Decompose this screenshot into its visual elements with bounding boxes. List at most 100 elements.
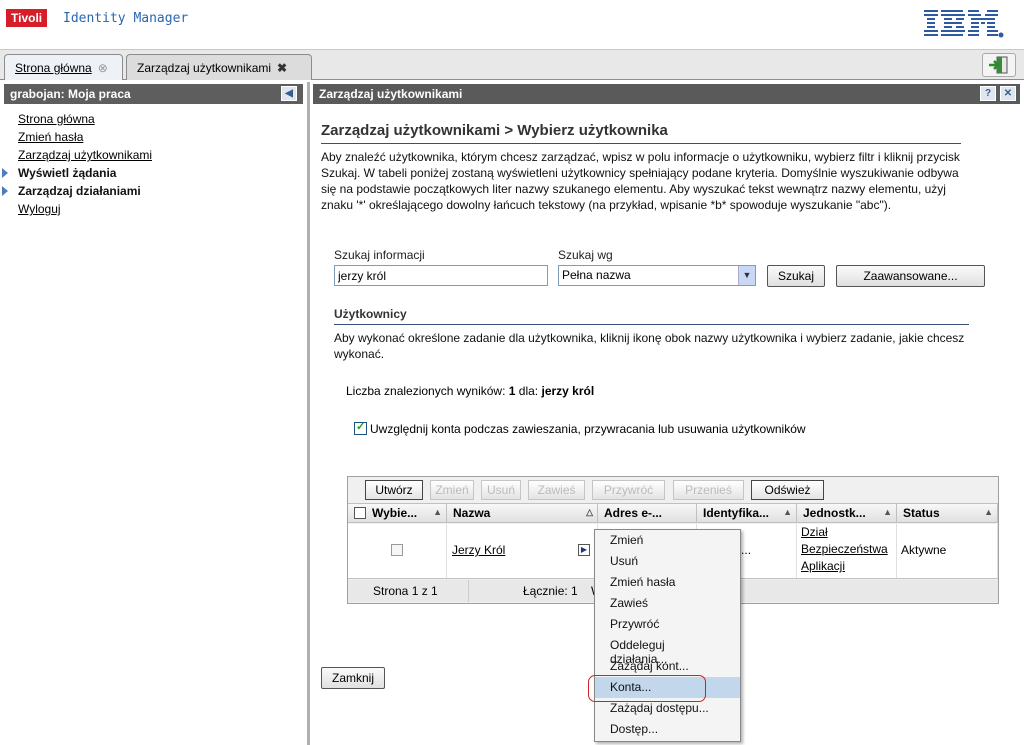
- context-menu: Zmień Usuń Zmień hasła Zawieś Przywróć O…: [594, 529, 741, 742]
- column-unit[interactable]: Jednostk... ▲: [797, 504, 897, 523]
- result-count-value: 1: [508, 384, 516, 398]
- column-email-label: Adres e-...: [604, 506, 663, 520]
- column-name[interactable]: Nazwa △: [447, 504, 598, 523]
- ibm-logo: [924, 10, 1004, 38]
- content: Zarządzaj użytkownikami > Wybierz użytko…: [321, 122, 1011, 689]
- menu-item-delegate-activities[interactable]: Oddeleguj działania...: [595, 635, 740, 666]
- search-button[interactable]: Szukaj: [767, 265, 825, 287]
- column-id[interactable]: Identyfika... ▲: [697, 504, 797, 523]
- sort-icon[interactable]: ▲: [433, 507, 442, 517]
- users-description: Aby wykonać określone zadanie dla użytko…: [334, 331, 965, 361]
- tab-manage-users-label[interactable]: Zarządzaj użytkownikami: [137, 61, 271, 75]
- suspend-button: Zawieś: [528, 480, 585, 500]
- nav-change-passwords[interactable]: Zmień hasła: [18, 128, 307, 146]
- search-form: Szukaj informacji Szukaj wg Pełna nazwa …: [334, 248, 994, 290]
- result-query: jerzy król: [541, 384, 595, 398]
- row-name-cell: Jerzy Król ▶: [447, 524, 598, 578]
- search-by-value: Pełna nazwa: [562, 268, 631, 282]
- refresh-button[interactable]: Odśwież: [751, 480, 824, 500]
- advanced-button[interactable]: Zaawansowane...: [836, 265, 985, 287]
- page-title: Zarządzaj użytkownikami > Wybierz użytko…: [321, 122, 961, 144]
- sort-icon[interactable]: ▲: [883, 507, 892, 517]
- sort-icon[interactable]: ▲: [984, 507, 993, 517]
- nav-manage-activities[interactable]: Zarządzaj działaniami: [2, 182, 307, 200]
- column-select[interactable]: Wybie... ▲: [348, 504, 447, 523]
- column-select-label: Wybie...: [372, 506, 418, 520]
- tab-manage-users[interactable]: Zarządzaj użytkownikami ✖: [126, 54, 312, 80]
- page-indicator: Strona 1 z 1: [373, 584, 438, 598]
- collapse-panel-icon[interactable]: ◀: [281, 86, 297, 101]
- result-count-label: Liczba znalezionych wyników:: [346, 384, 506, 398]
- change-button: Zmień: [430, 480, 474, 500]
- navigation: Strona główna Zmień hasła Zarządzaj użyt…: [0, 106, 307, 218]
- menu-item-restore[interactable]: Przywróć: [595, 614, 740, 635]
- menu-item-change-passwords[interactable]: Zmień hasła: [595, 572, 740, 593]
- result-count-for: dla:: [518, 384, 539, 398]
- column-email[interactable]: Adres e-...: [598, 504, 697, 523]
- include-accounts-row: Uwzględnij konta podczas zawieszania, pr…: [354, 420, 806, 436]
- menu-item-delete[interactable]: Usuń: [595, 551, 740, 572]
- close-tab-icon[interactable]: ⊗: [98, 61, 108, 75]
- include-accounts-label: Uwzględnij konta podczas zawieszania, pr…: [370, 422, 806, 436]
- nav-logout[interactable]: Wyloguj: [18, 200, 307, 218]
- search-by-label: Szukaj wg: [558, 248, 613, 262]
- close-panel-icon[interactable]: ✕: [1000, 86, 1016, 101]
- move-button: Przenieś: [673, 480, 744, 500]
- restore-button: Przywróć: [592, 480, 665, 500]
- search-input[interactable]: [334, 265, 548, 286]
- close-button[interactable]: Zamknij: [321, 667, 385, 689]
- left-panel-title-text: grabojan: Moja praca: [10, 87, 131, 101]
- row-actions-menu-icon[interactable]: ▶: [578, 544, 590, 556]
- help-icon[interactable]: ?: [980, 86, 996, 101]
- users-section: Użytkownicy Aby wykonać określone zadani…: [334, 307, 969, 362]
- row-checkbox[interactable]: [391, 544, 403, 556]
- column-unit-label: Jednostk...: [803, 506, 866, 520]
- nav-view-requests[interactable]: Wyświetl żądania: [2, 164, 307, 182]
- search-by-select[interactable]: Pełna nazwa ▼: [558, 265, 756, 286]
- row-unit-cell: Dział Bezpieczeństwa Aplikacji: [797, 524, 897, 578]
- include-accounts-checkbox[interactable]: [354, 420, 367, 435]
- close-tab-icon[interactable]: ✖: [277, 61, 287, 75]
- table-header: Wybie... ▲ Nazwa △ Adres e-... Identyfika.…: [348, 503, 998, 523]
- logout-icon: [989, 56, 1008, 74]
- nav-manage-users[interactable]: Zarządzaj użytkownikami: [18, 146, 307, 164]
- column-name-label: Nazwa: [453, 506, 491, 520]
- table-toolbar: Utwórz Zmień Usuń Zawieś Przywróć Przeni…: [348, 477, 998, 501]
- delete-button: Usuń: [481, 480, 521, 500]
- users-section-title: Użytkownicy: [334, 307, 969, 325]
- chevron-down-icon[interactable]: ▼: [738, 266, 755, 285]
- menu-item-suspend[interactable]: Zawieś: [595, 593, 740, 614]
- page-description: Aby znaleźć użytkownika, którym chcesz z…: [321, 150, 960, 212]
- menu-item-change[interactable]: Zmień: [595, 530, 740, 551]
- footer-divider: [468, 580, 469, 602]
- search-info-label: Szukaj informacji: [334, 248, 425, 262]
- annotation-highlight-ring: [588, 675, 706, 702]
- app-name: Identity Manager: [63, 11, 189, 26]
- create-button[interactable]: Utwórz: [365, 480, 423, 500]
- sort-ascending-icon[interactable]: △: [586, 507, 593, 518]
- banner: Tivoli Identity Manager: [0, 0, 1024, 50]
- menu-item-request-accounts[interactable]: Zażądaj kont...: [595, 656, 740, 677]
- sort-icon[interactable]: ▲: [783, 507, 792, 517]
- column-status[interactable]: Status ▲: [897, 504, 998, 523]
- user-name-link[interactable]: Jerzy Król: [452, 543, 505, 557]
- logout-button[interactable]: [982, 53, 1016, 77]
- row-status-cell: Aktywne: [897, 524, 998, 578]
- select-all-checkbox[interactable]: [354, 507, 366, 519]
- result-count: Liczba znalezionych wyników: 1 dla: jerz…: [346, 384, 594, 398]
- column-status-label: Status: [903, 506, 940, 520]
- right-panel-title-text: Zarządzaj użytkownikami: [319, 87, 463, 101]
- nav-home[interactable]: Strona główna: [18, 110, 307, 128]
- unit-link[interactable]: Dział Bezpieczeństwa Aplikacji: [801, 525, 888, 573]
- left-panel-title: grabojan: Moja praca ◀: [4, 84, 303, 104]
- tab-home-label[interactable]: Strona główna: [15, 61, 92, 75]
- row-select-cell: [348, 524, 447, 578]
- tab-bar: Strona główna ⊗ Zarządzaj użytkownikami ✖: [0, 50, 1024, 80]
- tab-home[interactable]: Strona główna ⊗: [4, 54, 123, 80]
- total-count: Łącznie: 1: [523, 584, 578, 598]
- right-panel-title: Zarządzaj użytkownikami ? ✕: [313, 84, 1020, 104]
- tivoli-logo: Tivoli: [6, 9, 48, 27]
- left-panel: grabojan: Moja praca ◀ Strona główna Zmi…: [0, 82, 310, 745]
- menu-item-access[interactable]: Dostęp...: [595, 719, 740, 740]
- column-id-label: Identyfika...: [703, 506, 770, 520]
